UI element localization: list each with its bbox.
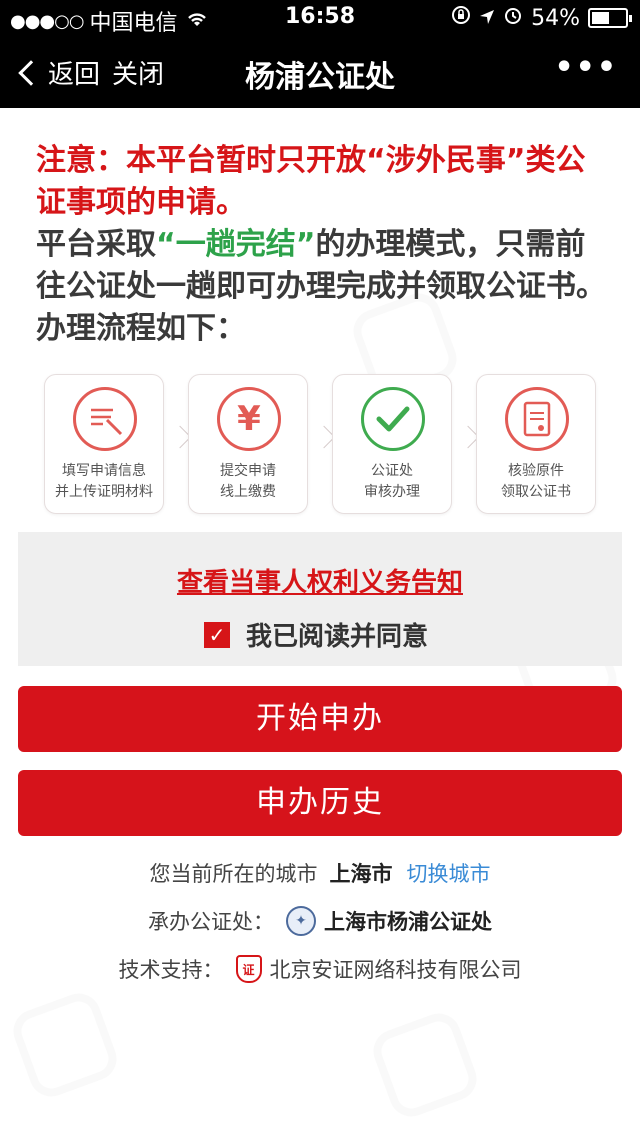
process-description: 平台采取“一趟完结”的办理模式，只需前往公证处一趟即可办理完成并领取公证书。办理…: [36, 227, 606, 346]
alarm-clock-icon: [503, 5, 523, 31]
rights-notice-link[interactable]: 查看当事人权利义务告知: [18, 562, 622, 599]
switch-city-link[interactable]: 切换城市: [407, 862, 491, 886]
step-label-line2: 领取公证书: [501, 484, 571, 500]
warning-text: 注意：本平台暂时只开放“涉外民事”类公证事项的申请。: [36, 143, 586, 220]
one-trip-highlight: “一趟完结”: [156, 227, 316, 262]
rotation-lock-icon: [451, 5, 471, 31]
step-label-line1: 核验原件: [508, 463, 564, 479]
step-card-fill-info: 填写申请信息 并上传证明材料: [44, 374, 164, 514]
process-steps: 填写申请信息 并上传证明材料 ¥ 提交申请线上缴费 公证处审核办理 核验原件领取公…: [44, 374, 604, 514]
notary-office-row: 承办公证处： ✦ 上海市杨浦公证处: [0, 906, 640, 936]
step-label-line1: 提交申请: [220, 463, 276, 479]
step-card-review: 公证处 审核办理: [332, 374, 452, 514]
nav-bar: 返回 关闭 杨浦公证处 •••: [0, 36, 640, 108]
background-watermark: [367, 1007, 482, 1122]
step-label-line1: 填写申请信息: [62, 463, 146, 479]
company-logo-icon: 证: [235, 955, 262, 983]
national-emblem-icon: ✦: [286, 906, 316, 936]
application-history-button[interactable]: 申办历史: [18, 770, 622, 836]
city-value: 上海市: [329, 862, 393, 886]
start-application-button[interactable]: 开始申办: [18, 686, 622, 752]
step-label-line2: 审核办理: [364, 484, 420, 500]
yen-icon: ¥: [217, 387, 281, 451]
agree-checkbox-row[interactable]: ✓ 我已阅读并同意: [204, 616, 428, 653]
step-label-line1: 公证处: [371, 463, 413, 479]
tech-support-row: 技术支持： 证 北京安证网络科技有限公司: [0, 954, 640, 984]
support-label: 技术支持：: [118, 958, 224, 982]
agree-checkbox[interactable]: ✓: [204, 621, 230, 648]
current-city-row: 您当前所在的城市 上海市 切换城市: [0, 858, 640, 888]
location-arrow-icon: [479, 6, 495, 31]
background-watermark: [7, 987, 122, 1102]
battery-percent: 54%: [531, 5, 580, 31]
battery-icon: [588, 8, 632, 28]
step-label-line2: 并上传证明材料: [55, 484, 153, 500]
step-card-collect: 核验原件 领取公证书: [476, 374, 596, 514]
agree-label: 我已阅读并同意: [246, 622, 429, 652]
support-value: 北京安证网络科技有限公司: [269, 958, 522, 982]
step-card-submit-pay: ¥ 提交申请线上缴费: [188, 374, 308, 514]
checkmark-icon: [361, 387, 425, 451]
more-options-icon[interactable]: •••: [554, 50, 618, 85]
notice-text: 注意：本平台暂时只开放“涉外民事”类公证事项的申请。 平台采取“一趟完结”的办理…: [36, 140, 606, 350]
agreement-section: 查看当事人权利义务告知 ✓ 我已阅读并同意: [18, 532, 622, 666]
certificate-icon: [505, 387, 569, 451]
page-title: 杨浦公证处: [245, 60, 395, 95]
office-value: 上海市杨浦公证处: [324, 910, 492, 934]
step-label-line2: 线上缴费: [220, 484, 276, 500]
pen-form-icon: [73, 387, 137, 451]
city-label: 您当前所在的城市: [149, 862, 318, 886]
status-bar: ●●●○○ 中国电信 16:58 54%: [0, 0, 640, 36]
office-label: 承办公证处：: [148, 910, 274, 934]
